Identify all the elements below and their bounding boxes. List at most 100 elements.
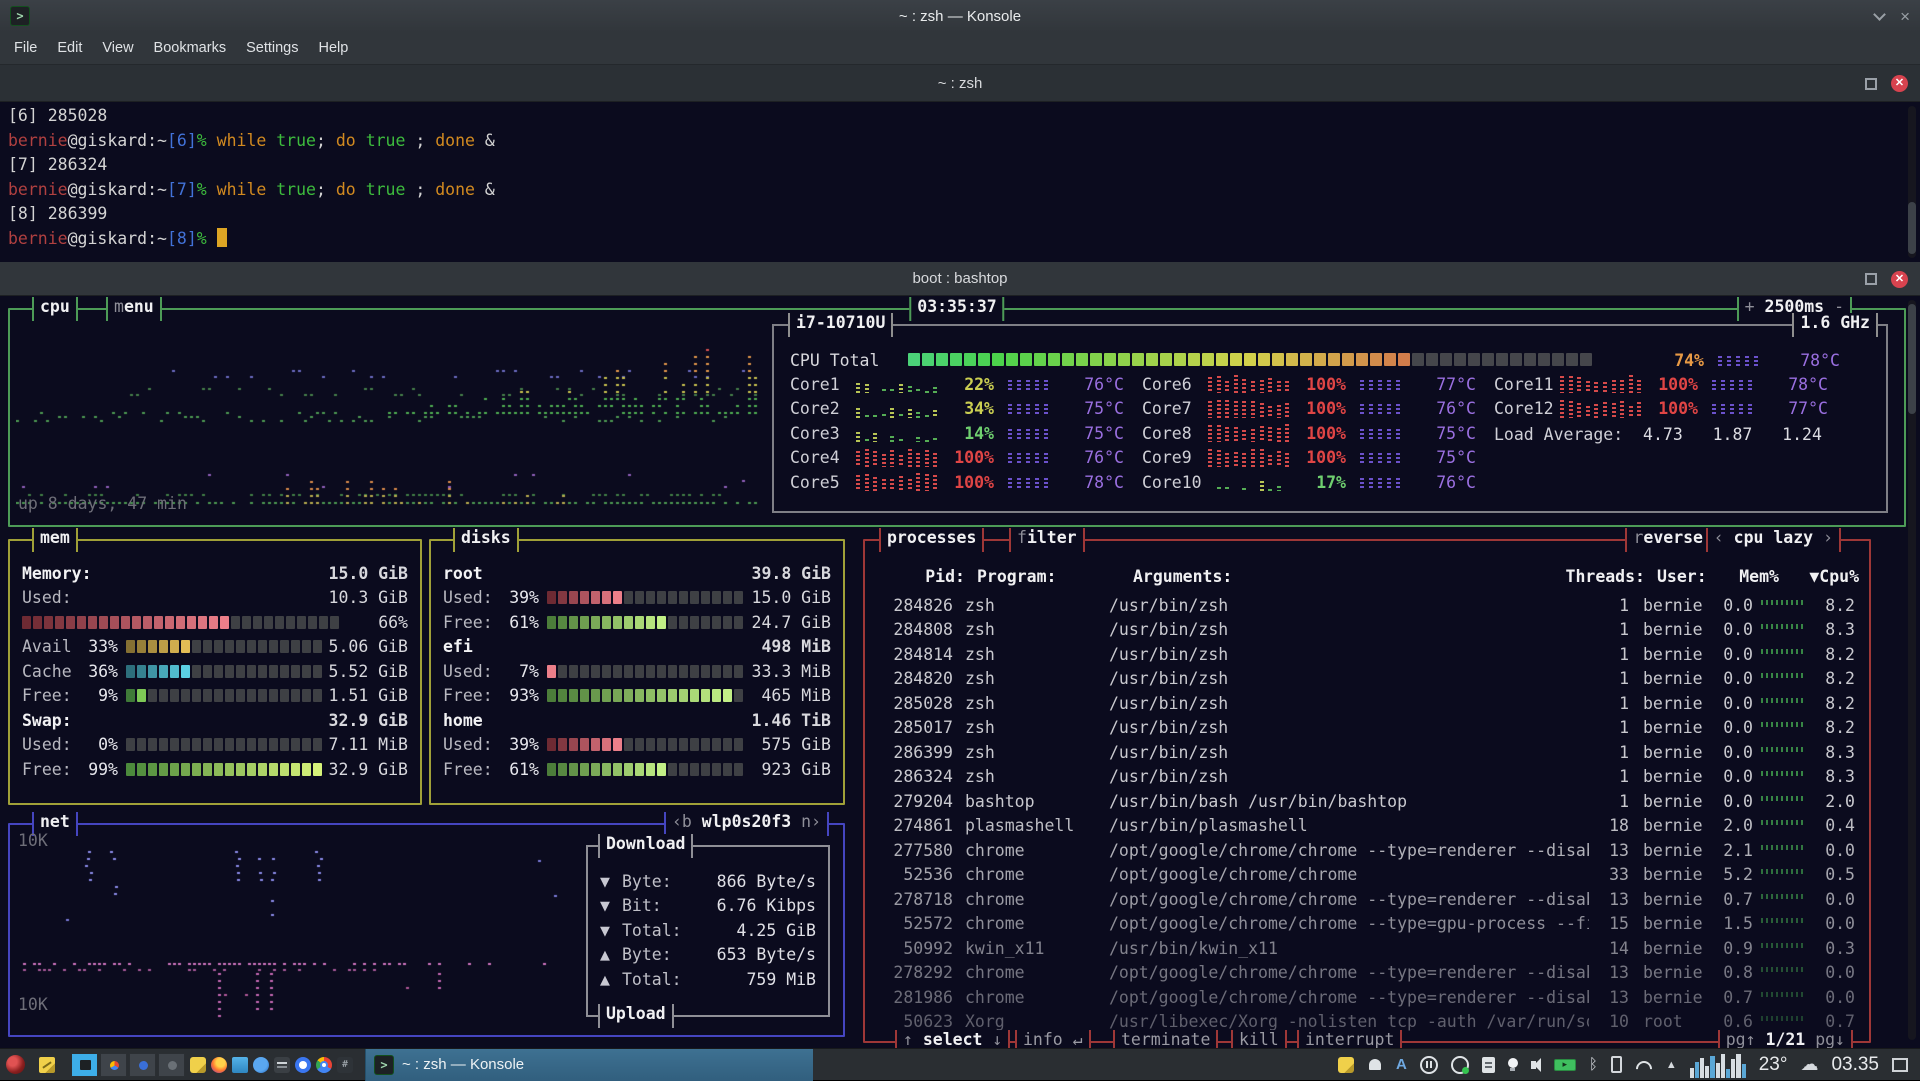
- process-row[interactable]: 277580chrome/opt/google/chrome/chrome --…: [877, 838, 1855, 863]
- meter: [547, 591, 743, 604]
- tabbar-zsh[interactable]: ~ : zsh ✕: [0, 65, 1920, 102]
- tab-title-bashtop[interactable]: boot : bashtop: [0, 262, 1920, 296]
- notes-launcher-icon[interactable]: [39, 1057, 55, 1073]
- weather-cloud-icon[interactable]: ☁: [1800, 1054, 1818, 1075]
- notifications-icon[interactable]: [1367, 1057, 1383, 1073]
- bashtop-scrollbar-thumb[interactable]: [1908, 304, 1916, 414]
- screen-record-icon[interactable]: [1451, 1056, 1469, 1074]
- weather-temp[interactable]: 23°: [1759, 1054, 1788, 1076]
- cpu-model: i7-10710U: [788, 313, 893, 337]
- filter-button[interactable]: filter: [1009, 528, 1085, 552]
- settings-icon[interactable]: [274, 1057, 290, 1073]
- task-manager-group: [71, 1053, 185, 1077]
- tabbar-bashtop[interactable]: boot : bashtop ✕: [0, 262, 1920, 296]
- menu-item-bookmarks[interactable]: Bookmarks: [144, 40, 237, 56]
- meter-row: Used:0%7.11 MiB: [22, 733, 408, 758]
- col-threads[interactable]: Threads:: [1475, 567, 1645, 586]
- close-icon[interactable]: ×: [1900, 8, 1910, 25]
- detach-tab-icon[interactable]: [1865, 78, 1877, 90]
- close-tab-icon[interactable]: ✕: [1891, 75, 1908, 92]
- process-row[interactable]: 281986chrome/opt/google/chrome/chrome --…: [877, 985, 1855, 1010]
- battery-icon[interactable]: ▸: [1554, 1059, 1576, 1071]
- detach-tab-icon[interactable]: [1865, 273, 1877, 285]
- process-row[interactable]: 286399zsh/usr/bin/zsh1bernie0.08.3: [877, 740, 1855, 765]
- app-launcher-icon[interactable]: [6, 1055, 25, 1074]
- wifi-icon[interactable]: [1635, 1059, 1653, 1071]
- meter: [126, 738, 322, 751]
- clipboard-icon[interactable]: [1482, 1057, 1495, 1073]
- mem-box: mem Memory:15.0 GiBUsed:10.3 GiB66%Avail…: [8, 539, 422, 805]
- terminal-output[interactable]: [6] 285028bernie@giskard:~[6]% while tru…: [0, 102, 1920, 262]
- taskbar-task-konsole[interactable]: > ~ : zsh — Konsole: [365, 1049, 813, 1081]
- menu-item-edit[interactable]: Edit: [47, 40, 92, 56]
- col-program[interactable]: Program:: [977, 567, 1056, 586]
- col-cpu[interactable]: ▼Cpu%: [1765, 567, 1859, 586]
- process-row[interactable]: 278718chrome/opt/google/chrome/chrome --…: [877, 887, 1855, 912]
- task-window-3[interactable]: [129, 1053, 156, 1077]
- col-arguments[interactable]: Arguments:: [1133, 567, 1232, 586]
- window-titlebar[interactable]: > ~ : zsh — Konsole ×: [0, 0, 1920, 32]
- net-scale-bottom: 10K: [18, 993, 48, 1018]
- signal-icon[interactable]: [295, 1057, 311, 1073]
- process-row[interactable]: 286324zsh/usr/bin/zsh1bernie0.08.3: [877, 765, 1855, 790]
- core-row-core10: Core1017%76°C: [1142, 470, 1476, 494]
- close-tab-icon[interactable]: ✕: [1891, 271, 1908, 288]
- col-pid[interactable]: Pid:: [889, 567, 965, 586]
- col-user[interactable]: User:: [1657, 567, 1707, 586]
- volume-icon[interactable]: [1531, 1058, 1541, 1072]
- core-usage-graph: [1208, 424, 1294, 442]
- kdeconnect-icon[interactable]: [1611, 1056, 1622, 1073]
- night-color-icon[interactable]: [1508, 1058, 1518, 1071]
- reverse-button[interactable]: reverse: [1625, 528, 1711, 552]
- terminal-scrollbar[interactable]: [1908, 106, 1916, 258]
- process-row[interactable]: 278292chrome/opt/google/chrome/chrome --…: [877, 961, 1855, 986]
- menu-item-file[interactable]: File: [4, 40, 47, 56]
- keyboard-layout-indicator[interactable]: A: [1396, 1056, 1407, 1073]
- cpu-stats-panel: i7-10710U 1.6 GHz CPU Total 74% 78°C Loa…: [772, 324, 1888, 513]
- note-launcher-icon[interactable]: [190, 1057, 206, 1073]
- sort-selector[interactable]: ‹ cpu lazy ›: [1706, 528, 1841, 552]
- process-row[interactable]: 52572chrome/opt/google/chrome/chrome --t…: [877, 912, 1855, 937]
- process-row[interactable]: 50992kwin_x11/usr/bin/kwin_x1114bernie0.…: [877, 936, 1855, 961]
- process-row[interactable]: 274861plasmashell/usr/bin/plasmashell18b…: [877, 814, 1855, 839]
- meter-row: home1.46 TiB: [443, 708, 831, 733]
- net-device-selector[interactable]: ‹b wlp0s20f3 n›: [664, 812, 829, 836]
- menu-button[interactable]: menu: [106, 297, 162, 321]
- system-load-widget[interactable]: [1690, 1052, 1746, 1078]
- process-row[interactable]: 285028zsh/usr/bin/zsh1bernie0.08.2: [877, 691, 1855, 716]
- chrome-icon[interactable]: [316, 1057, 332, 1073]
- task-window-4[interactable]: [158, 1053, 185, 1077]
- core-temp-meter: [1008, 378, 1052, 391]
- process-cpu-dots: [1753, 771, 1811, 782]
- task-konsole-active[interactable]: [71, 1053, 98, 1077]
- process-row[interactable]: 279204bashtop/usr/bin/bash /usr/bin/bash…: [877, 789, 1855, 814]
- media-pause-icon[interactable]: [1420, 1056, 1438, 1074]
- menu-item-settings[interactable]: Settings: [236, 40, 308, 56]
- process-row[interactable]: 284808zsh/usr/bin/zsh1bernie0.08.3: [877, 618, 1855, 643]
- meter: [547, 616, 743, 629]
- terminal-scrollbar-thumb[interactable]: [1908, 202, 1916, 254]
- tab-title-zsh[interactable]: ~ : zsh: [0, 65, 1920, 102]
- process-row[interactable]: 284814zsh/usr/bin/zsh1bernie0.08.2: [877, 642, 1855, 667]
- firefox-icon[interactable]: [211, 1057, 227, 1073]
- taskbar-clock[interactable]: 03.35: [1831, 1054, 1879, 1076]
- show-desktop-widget[interactable]: [1892, 1058, 1908, 1072]
- thunderbird-icon[interactable]: [253, 1057, 269, 1073]
- expand-tray-icon[interactable]: ▲: [1666, 1059, 1677, 1071]
- meter-row: Cache36%5.52 GiB: [22, 659, 408, 684]
- process-cpu-dots: [1753, 967, 1811, 978]
- menu-item-help[interactable]: Help: [308, 40, 358, 56]
- task-window-2[interactable]: [100, 1053, 127, 1077]
- core-temp-meter: [1008, 451, 1052, 464]
- process-row[interactable]: 284826zsh/usr/bin/zsh1bernie0.08.2: [877, 593, 1855, 618]
- knotes-tray-icon[interactable]: [1338, 1057, 1354, 1073]
- bashtop-scrollbar[interactable]: [1908, 300, 1916, 1040]
- process-row[interactable]: 285017zsh/usr/bin/zsh1bernie0.08.2: [877, 716, 1855, 741]
- menu-item-view[interactable]: View: [92, 40, 143, 56]
- folder-icon[interactable]: [232, 1057, 248, 1073]
- grid-app-icon[interactable]: #: [337, 1057, 353, 1073]
- process-row[interactable]: 284820zsh/usr/bin/zsh1bernie0.08.2: [877, 667, 1855, 692]
- minimize-icon[interactable]: [1873, 8, 1886, 21]
- process-row[interactable]: 52536chrome/opt/google/chrome/chrome33be…: [877, 863, 1855, 888]
- bluetooth-icon[interactable]: ᛒ: [1589, 1056, 1598, 1073]
